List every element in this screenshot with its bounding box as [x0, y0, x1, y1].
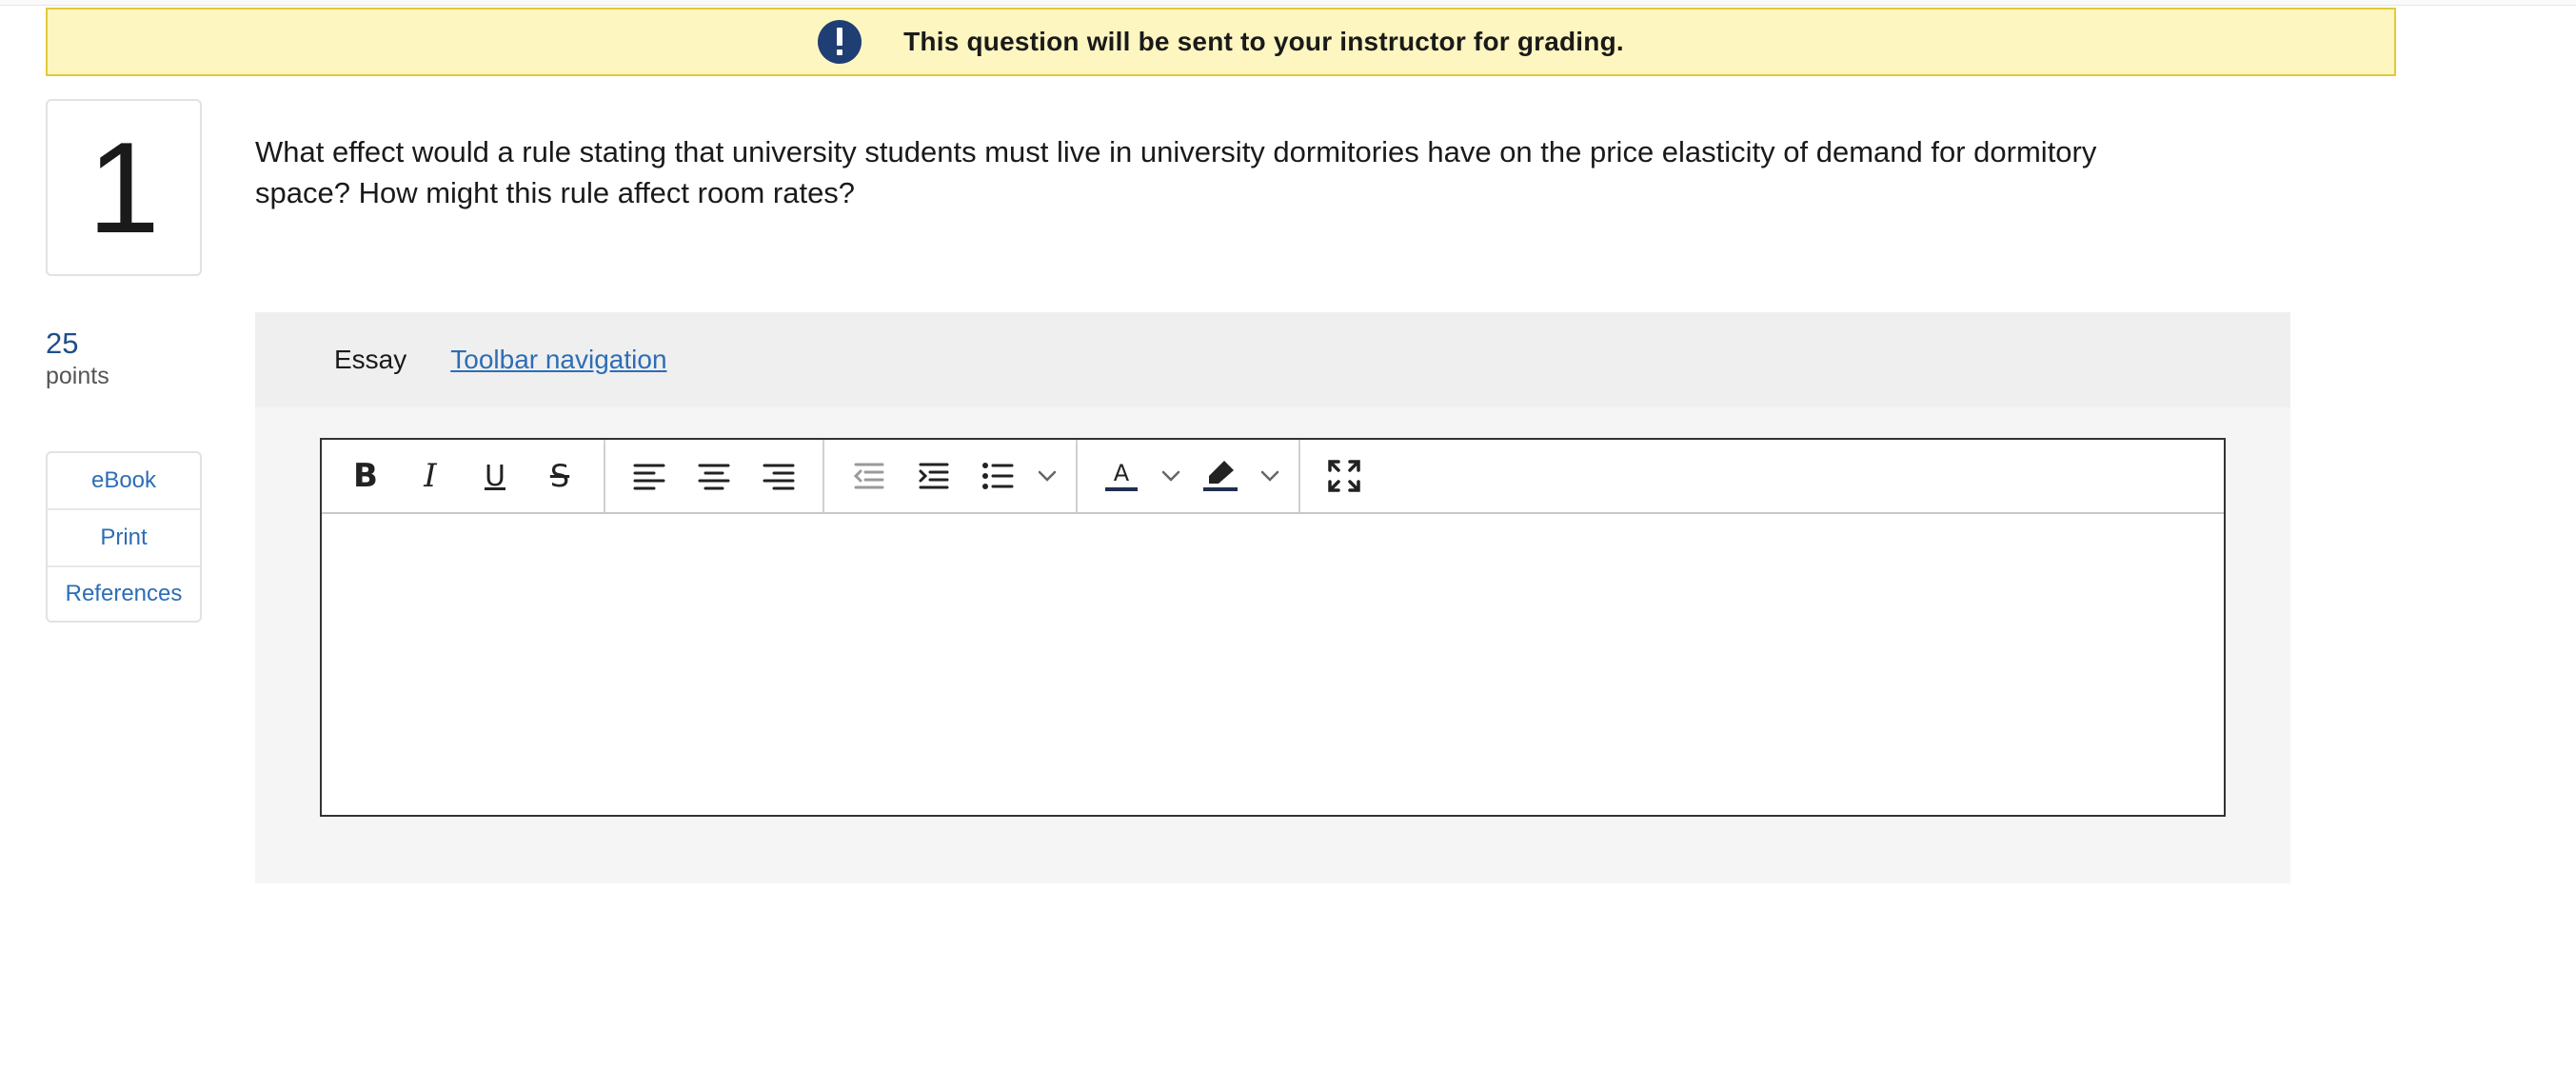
view-group	[1300, 440, 1388, 512]
points-label: points	[46, 363, 109, 389]
resource-links: eBook Print References	[46, 451, 202, 623]
align-center-icon	[698, 464, 730, 490]
text-style-group: B I U S	[322, 440, 605, 512]
text-color-icon: A	[1105, 460, 1138, 491]
svg-text:A: A	[1114, 460, 1130, 486]
print-link[interactable]: Print	[48, 508, 200, 565]
outdent-icon	[853, 463, 884, 489]
highlight-color-button[interactable]	[1188, 449, 1253, 503]
question-number-box: 1	[46, 99, 202, 276]
bullet-list-button[interactable]	[965, 449, 1030, 503]
toolbar-navigation-link[interactable]: Toolbar navigation	[450, 345, 666, 375]
align-center-button[interactable]	[682, 449, 746, 503]
top-rule	[0, 0, 2576, 6]
points-value: 25	[46, 327, 79, 360]
notice-text: This question will be sent to your instr…	[903, 27, 1624, 56]
question-number: 1	[88, 115, 160, 260]
align-left-icon	[633, 464, 665, 490]
alignment-group	[605, 440, 824, 512]
indent-icon	[919, 463, 949, 489]
underline-button[interactable]: U	[463, 449, 527, 503]
question-text: What effect would a rule stating that un…	[255, 135, 2097, 209]
highlighter-icon	[1203, 461, 1238, 491]
references-link[interactable]: References	[48, 565, 200, 621]
highlight-color-dropdown[interactable]	[1253, 449, 1287, 503]
color-group: A	[1078, 440, 1300, 512]
editor-toolbar: B I U S A	[322, 440, 2224, 514]
outdent-button[interactable]	[836, 449, 901, 503]
align-right-icon	[763, 464, 795, 490]
points-block: 25 points	[46, 326, 109, 390]
text-color-button[interactable]: A	[1089, 449, 1154, 503]
essay-label: Essay	[334, 345, 407, 374]
text-color-dropdown[interactable]	[1154, 449, 1188, 503]
essay-text-area[interactable]	[322, 514, 2224, 815]
bold-button[interactable]: B	[333, 449, 398, 503]
indent-button[interactable]	[901, 449, 965, 503]
italic-button[interactable]: I	[398, 449, 463, 503]
rich-text-editor: B I U S A	[320, 438, 2226, 817]
chevron-down-icon	[1038, 470, 1057, 482]
fullscreen-icon	[1328, 460, 1360, 492]
chevron-down-icon	[1161, 470, 1180, 482]
essay-header: Essay Toolbar navigation	[255, 312, 2290, 407]
bullet-list-icon	[982, 463, 1014, 489]
chevron-down-icon	[1260, 470, 1279, 482]
exclamation-icon	[818, 20, 862, 64]
list-indent-group	[824, 440, 1078, 512]
strikethrough-button[interactable]: S	[527, 449, 592, 503]
ebook-link[interactable]: eBook	[48, 453, 200, 508]
align-left-button[interactable]	[617, 449, 682, 503]
grading-notice-banner: This question will be sent to your instr…	[46, 8, 2396, 76]
bullet-list-dropdown[interactable]	[1030, 449, 1064, 503]
fullscreen-button[interactable]	[1312, 449, 1377, 503]
align-right-button[interactable]	[746, 449, 811, 503]
essay-panel: Essay Toolbar navigation B I U S A	[255, 312, 2290, 883]
